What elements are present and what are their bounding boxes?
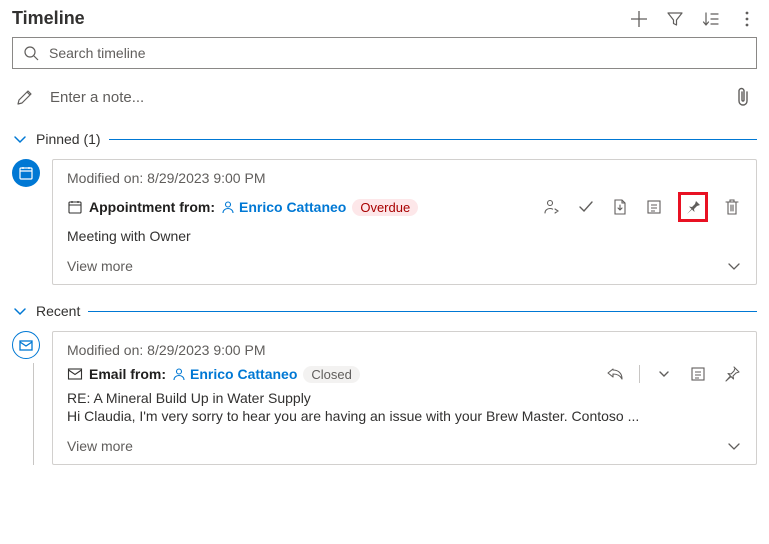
calendar-icon	[67, 199, 83, 215]
thread-line	[33, 363, 34, 465]
status-overdue: Overdue	[352, 199, 418, 216]
sort-icon[interactable]	[701, 9, 721, 29]
recent-card: Modified on: 8/29/2023 9:00 PM Email fro…	[52, 331, 757, 465]
search-box[interactable]	[12, 37, 757, 69]
modified-value: 8/29/2023 9:00 PM	[147, 342, 265, 358]
open-record-icon[interactable]	[610, 197, 630, 217]
from-link[interactable]: Enrico Cattaneo	[172, 366, 297, 382]
card-actions	[542, 192, 742, 222]
card-title-left: Email from: Enrico Cattaneo Closed	[67, 366, 360, 383]
section-recent-header: Recent	[12, 303, 757, 319]
check-icon[interactable]	[576, 197, 596, 217]
timeline-header: Timeline	[12, 8, 757, 37]
viewmore-row: View more	[67, 438, 742, 454]
status-closed: Closed	[303, 366, 359, 383]
modified-label: Modified on:	[67, 342, 143, 358]
chevron-down-icon[interactable]	[12, 131, 28, 147]
card-type-label: Appointment from:	[89, 199, 215, 215]
viewmore-label[interactable]: View more	[67, 438, 133, 454]
reply-menu-chevron-icon[interactable]	[654, 364, 674, 384]
attach-icon[interactable]	[735, 87, 751, 107]
pinned-card: Modified on: 8/29/2023 9:00 PM Appointme…	[52, 159, 757, 285]
viewmore-row: View more	[67, 258, 742, 274]
assign-icon[interactable]	[542, 197, 562, 217]
appointment-badge-icon	[12, 159, 40, 187]
recent-row: Modified on: 8/29/2023 9:00 PM Email fro…	[12, 331, 757, 465]
delete-icon[interactable]	[722, 197, 742, 217]
from-name: Enrico Cattaneo	[239, 199, 346, 215]
envelope-icon	[67, 367, 83, 381]
card-title-line: Appointment from: Enrico Cattaneo Overdu…	[67, 192, 742, 222]
modified-line: Modified on: 8/29/2023 9:00 PM	[67, 170, 742, 186]
section-recent-label: Recent	[36, 303, 80, 319]
section-pinned-header: Pinned (1)	[12, 131, 757, 147]
modified-label: Modified on:	[67, 170, 143, 186]
section-divider	[109, 139, 757, 140]
card-actions	[605, 364, 742, 384]
from-name: Enrico Cattaneo	[190, 366, 297, 382]
pencil-icon	[16, 88, 34, 106]
notes-icon[interactable]	[688, 364, 708, 384]
header-actions	[629, 9, 757, 29]
card-title-line: Email from: Enrico Cattaneo Closed	[67, 364, 742, 384]
search-icon	[23, 45, 39, 61]
chevron-down-icon[interactable]	[726, 438, 742, 454]
card-body: Meeting with Owner	[67, 228, 742, 244]
from-link[interactable]: Enrico Cattaneo	[221, 199, 346, 215]
notes-icon[interactable]	[644, 197, 664, 217]
action-divider	[639, 365, 640, 383]
email-preview: Hi Claudia, I'm very sorry to hear you a…	[67, 408, 742, 424]
card-type-label: Email from:	[89, 366, 166, 382]
filter-icon[interactable]	[665, 9, 685, 29]
modified-value: 8/29/2023 9:00 PM	[147, 170, 265, 186]
email-badge-icon	[12, 331, 40, 359]
section-divider	[88, 311, 757, 312]
add-icon[interactable]	[629, 9, 649, 29]
pin-icon[interactable]	[722, 364, 742, 384]
pin-icon[interactable]	[683, 197, 703, 217]
reply-icon[interactable]	[605, 364, 625, 384]
viewmore-label[interactable]: View more	[67, 258, 133, 274]
pinned-row: Modified on: 8/29/2023 9:00 PM Appointme…	[12, 159, 757, 285]
chevron-down-icon[interactable]	[726, 258, 742, 274]
section-pinned-label: Pinned (1)	[36, 131, 101, 147]
modified-line: Modified on: 8/29/2023 9:00 PM	[67, 342, 742, 358]
search-input[interactable]	[47, 44, 746, 62]
note-input[interactable]	[48, 88, 721, 107]
page-title: Timeline	[12, 8, 85, 29]
email-subject: RE: A Mineral Build Up in Water Supply	[67, 390, 742, 406]
chevron-down-icon[interactable]	[12, 303, 28, 319]
note-row	[12, 69, 757, 125]
pin-button-highlight	[678, 192, 708, 222]
recent-thread-col	[12, 331, 40, 465]
card-title-left: Appointment from: Enrico Cattaneo Overdu…	[67, 199, 418, 216]
more-icon[interactable]	[737, 9, 757, 29]
